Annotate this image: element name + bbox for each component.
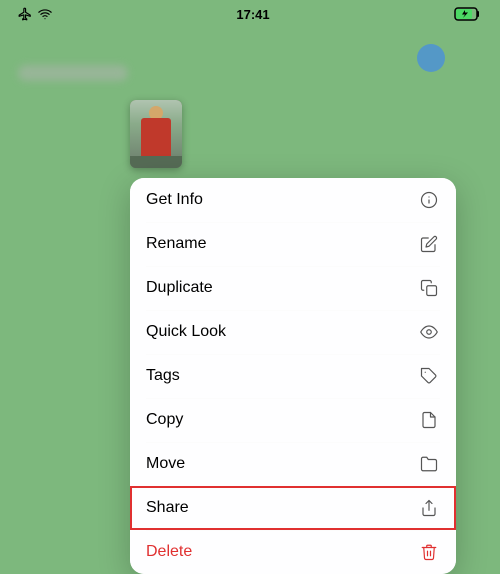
menu-item-label-rename: Rename (146, 235, 206, 253)
menu-item-share[interactable]: Share (130, 486, 456, 530)
status-time: 17:41 (236, 7, 269, 22)
share-icon (418, 497, 440, 519)
pencil-icon (418, 233, 440, 255)
menu-item-move[interactable]: Move (130, 442, 456, 486)
tag-icon (418, 365, 440, 387)
menu-item-label-delete: Delete (146, 543, 192, 561)
blurred-title (18, 65, 128, 81)
status-bar: 17:41 (0, 0, 500, 28)
eye-icon (418, 321, 440, 343)
menu-item-get-info[interactable]: Get Info (130, 178, 456, 222)
menu-item-quick-look[interactable]: Quick Look (130, 310, 456, 354)
menu-item-label-move: Move (146, 455, 185, 473)
blue-dot (417, 44, 445, 72)
blurred-header (0, 28, 500, 118)
folder-icon (418, 453, 440, 475)
wifi-icon (38, 7, 52, 21)
duplicate-icon (418, 277, 440, 299)
menu-item-label-quick-look: Quick Look (146, 323, 226, 341)
file-thumbnail (130, 100, 182, 168)
menu-item-label-copy: Copy (146, 411, 183, 429)
menu-item-duplicate[interactable]: Duplicate (130, 266, 456, 310)
copy-icon (418, 409, 440, 431)
menu-item-delete[interactable]: Delete (130, 530, 456, 574)
status-left (18, 7, 52, 21)
menu-item-label-share: Share (146, 499, 189, 517)
menu-item-rename[interactable]: Rename (130, 222, 456, 266)
menu-item-label-tags: Tags (146, 367, 180, 385)
info-icon (418, 189, 440, 211)
status-right (454, 7, 482, 21)
menu-item-copy[interactable]: Copy (130, 398, 456, 442)
menu-item-label-duplicate: Duplicate (146, 279, 213, 297)
context-menu: Get Info Rename Duplicate Quick Look Tags Cop… (130, 178, 456, 574)
menu-item-label-get-info: Get Info (146, 191, 203, 209)
trash-icon (418, 541, 440, 563)
battery-icon (454, 7, 482, 21)
airplane-icon (18, 7, 32, 21)
menu-item-tags[interactable]: Tags (130, 354, 456, 398)
